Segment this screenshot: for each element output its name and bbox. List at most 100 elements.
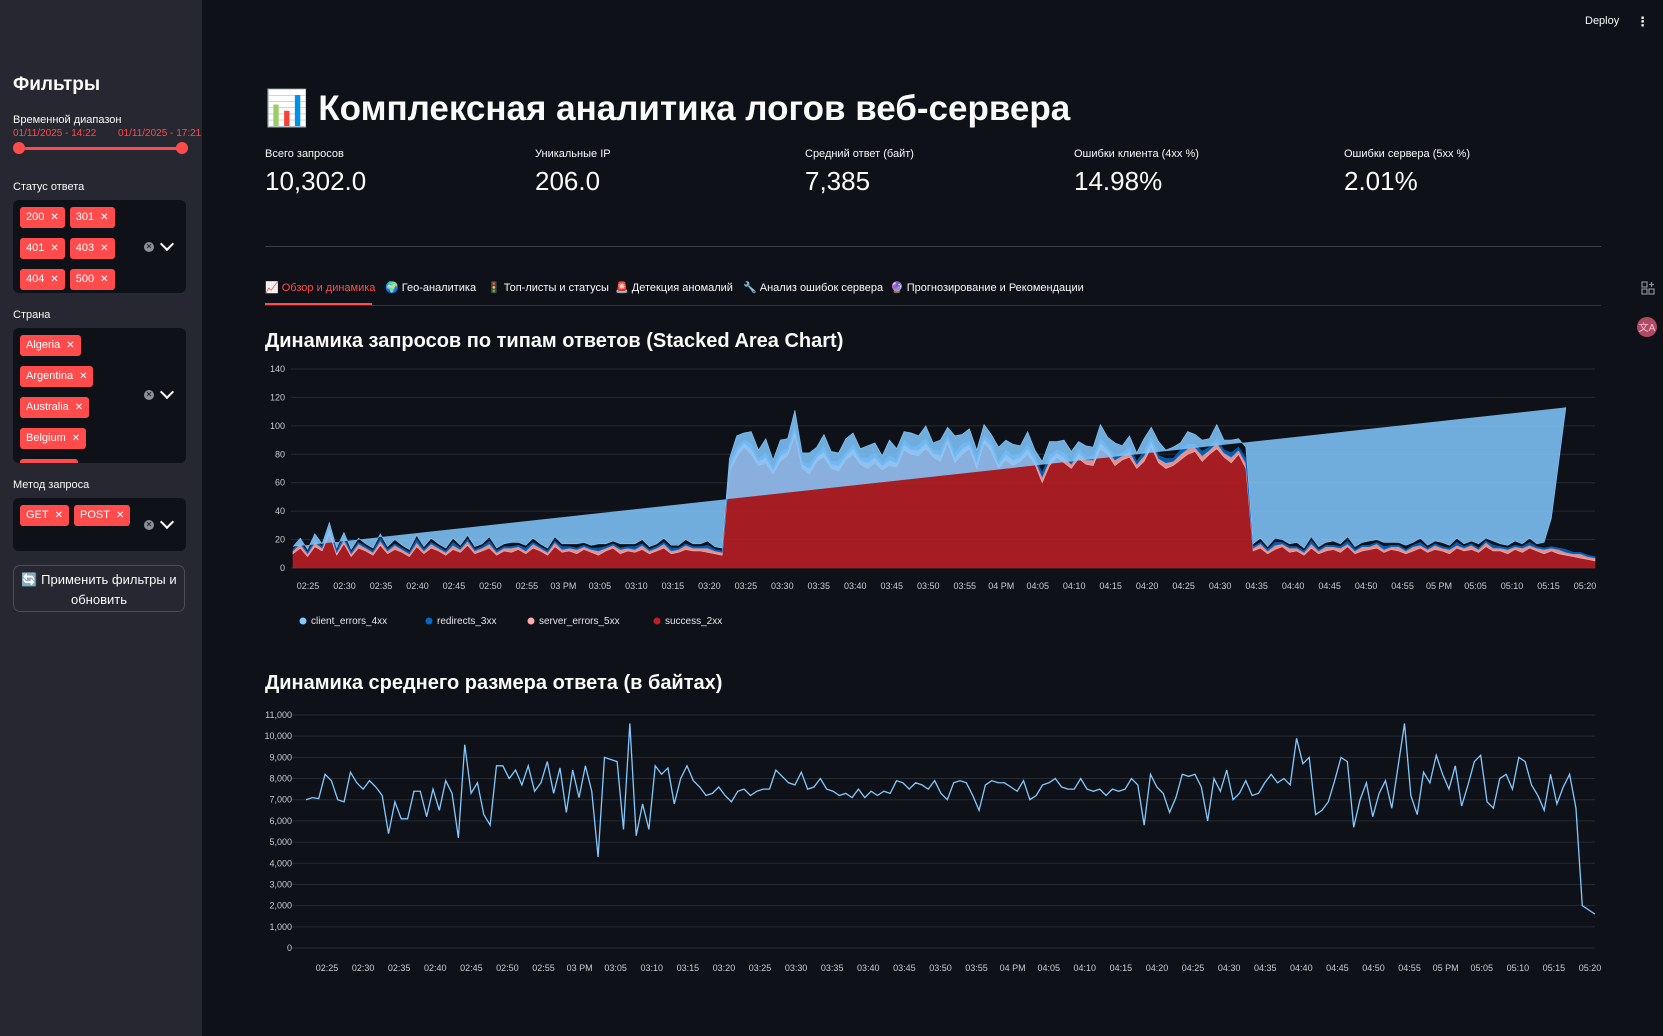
status-tag[interactable]: 301 ✕ [69,207,115,228]
metric-label: Ошибки клиента (4xx %) [1074,148,1199,160]
remove-icon[interactable]: ✕ [50,274,58,285]
line-avg-bytes [305,723,1596,915]
y-tick-label: 2,000 [269,901,292,911]
x-tick-label: 05:10 [1501,581,1524,591]
time-range-end-handle[interactable] [176,142,188,154]
remove-icon[interactable]: ✕ [75,402,83,413]
status-tag[interactable]: 403 ✕ [69,238,115,259]
chevron-down-icon[interactable] [159,236,175,252]
main-menu-icon[interactable]: ⋮ [1636,14,1649,30]
active-tab-indicator [265,303,372,305]
metric-unique-ip: Уникальные IP 206.0 [535,148,611,197]
tab-geo[interactable]: 🌍 Гео-аналитика [385,281,476,294]
x-tick-label: 04:35 [1254,963,1277,973]
country-tag[interactable]: Belgium ✕ [20,428,87,449]
x-tick-label: 03:40 [857,963,880,973]
legend-marker [299,617,307,625]
metric-value: 7,385 [805,166,871,196]
x-tick-label: 02:50 [479,581,502,591]
method-multiselect[interactable]: GET ✕ POST ✕ ✕ [13,498,186,551]
method-tags: GET ✕ POST ✕ [20,505,138,536]
translate-icon[interactable]: 文A [1637,317,1657,337]
x-tick-label: 05:05 [1470,963,1493,973]
country-multiselect[interactable]: Algeria ✕ Argentina ✕ Australia ✕ Belgium ✕ … [13,328,186,463]
country-tag[interactable]: Algeria ✕ [20,335,81,356]
x-tick-label: 02:25 [316,963,339,973]
status-tag[interactable]: 200 ✕ [20,207,65,228]
x-tick-label: 03 PM [567,963,593,973]
x-tick-label: 02:40 [424,963,447,973]
tab-server-errors[interactable]: 🔧 Анализ ошибок сервера [743,281,883,294]
status-tag[interactable]: 404 ✕ [20,269,65,290]
x-tick-label: 04:35 [1245,581,1268,591]
status-multiselect[interactable]: 200 ✕ 301 ✕ 401 ✕ 403 ✕ 404 ✕ 500 ✕ ✕ [13,200,186,293]
x-tick-label: 03:15 [677,963,700,973]
country-tag-label: Algeria [26,339,61,351]
x-tick-label: 02:35 [370,581,393,591]
line-chart: 0 1,000 2,000 3,000 4,000 5,000 6,000 7,000 8,00… [264,710,1601,973]
remove-icon[interactable]: ✕ [50,243,58,254]
y-tick-label: 40 [275,506,285,516]
remove-icon[interactable]: ✕ [50,212,58,223]
remove-icon[interactable]: ✕ [79,371,87,382]
tab-overview[interactable]: 📈 Обзор и динамика [265,281,375,294]
tab-bar: 📈 Обзор и динамика 🌍 Гео-аналитика 🚦 Топ… [265,280,1601,306]
legend-label: redirects_3xx [437,616,496,627]
country-tag-partial[interactable] [20,459,78,463]
x-tick-label: 05:15 [1543,963,1566,973]
grid-add-icon[interactable] [1641,281,1655,295]
status-tag-label: 404 [26,273,45,285]
x-tick-label: 03:55 [965,963,988,973]
clear-icon[interactable]: ✕ [144,242,154,252]
remove-icon[interactable]: ✕ [116,510,124,521]
legend-marker [653,617,661,625]
x-tick-label: 03:10 [625,581,648,591]
x-tick-label: 04:40 [1282,581,1305,591]
method-tag[interactable]: GET ✕ [20,505,70,526]
x-tick-label: 03:20 [698,581,721,591]
line-chart-title: Динамика среднего размера ответа (в байт… [265,672,723,694]
remove-icon[interactable]: ✕ [100,212,108,223]
x-tick-label: 04:55 [1391,581,1414,591]
time-range-start-handle[interactable] [13,142,25,154]
clear-icon[interactable]: ✕ [144,520,154,530]
metric-value: 2.01% [1344,166,1418,196]
status-tag[interactable]: 500 ✕ [69,269,115,290]
y-tick-label: 140 [270,364,285,374]
deploy-button[interactable]: Deploy [1585,15,1619,27]
x-tick-label: 04:25 [1182,963,1205,973]
sidebar: Фильтры Временной диапазон 01/11/2025 - … [0,0,202,1036]
x-tick-label: 03:25 [749,963,772,973]
remove-icon[interactable]: ✕ [72,433,80,444]
chevron-down-icon[interactable] [159,384,175,400]
status-tag[interactable]: 401 ✕ [20,238,65,259]
apply-filters-button[interactable]: 🔄 Применить фильтры и обновить [13,565,185,612]
country-tag[interactable]: Australia ✕ [20,397,90,418]
x-tick-label: 02:55 [532,963,555,973]
chevron-down-icon[interactable] [159,514,175,530]
x-tick-label: 04:30 [1218,963,1241,973]
x-tick-label: 04:05 [1026,581,1049,591]
y-tick-label: 0 [280,563,285,573]
status-label: Статус ответа [13,181,85,193]
x-tick-label: 04:30 [1209,581,1232,591]
x-tick-label: 02:30 [333,581,356,591]
legend-marker [425,617,433,625]
y-tick-label: 80 [275,449,285,459]
tab-top-lists[interactable]: 🚦 Топ-листы и статусы [487,281,609,294]
tab-forecast[interactable]: 🔮 Прогнозирование и Рекомендации [890,281,1084,294]
remove-icon[interactable]: ✕ [100,243,108,254]
country-tag[interactable]: Argentina ✕ [20,366,94,387]
y-tick-label: 3,000 [269,879,292,889]
remove-icon[interactable]: ✕ [100,274,108,285]
tab-anomalies[interactable]: 🚨 Детекция аномалий [615,281,733,294]
method-tag[interactable]: POST ✕ [74,505,131,526]
time-range-track[interactable] [18,147,182,150]
clear-icon[interactable]: ✕ [144,390,154,400]
x-tick-label: 04 PM [1000,963,1026,973]
x-tick-label: 04:55 [1398,963,1421,973]
country-tag-label: Australia [26,401,69,413]
metric-value: 14.98% [1074,166,1163,196]
remove-icon[interactable]: ✕ [55,510,63,521]
remove-icon[interactable]: ✕ [66,340,74,351]
